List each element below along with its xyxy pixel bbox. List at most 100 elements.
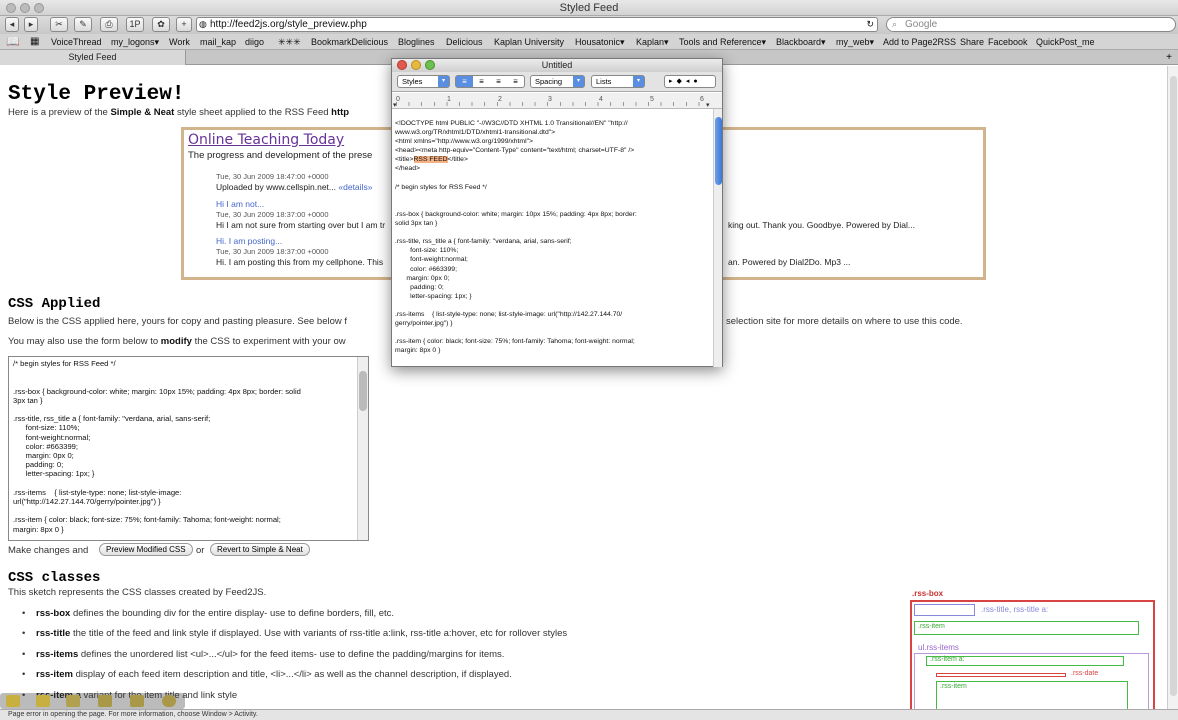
- diagram-items-label: ul.rss-items: [918, 643, 959, 652]
- address-bar[interactable]: ◍ http://feed2js.org/style_preview.php ↻: [196, 17, 878, 32]
- item-title-link[interactable]: Hi. I am posting...: [216, 236, 282, 246]
- align-left-icon[interactable]: ≡: [456, 76, 473, 87]
- chevron-down-icon: ▾: [633, 76, 644, 87]
- back-button[interactable]: ◂: [5, 17, 19, 32]
- folder-icon[interactable]: [36, 695, 50, 707]
- revert-button[interactable]: Revert to Simple & Neat: [210, 543, 310, 556]
- chevron-down-icon: ▾: [438, 76, 449, 87]
- item-title-link[interactable]: Hi I am not...: [216, 199, 264, 209]
- bookmark-item[interactable]: diigo: [245, 34, 264, 50]
- bookmark-item[interactable]: Tools and Reference▾: [679, 34, 766, 50]
- book-icon[interactable]: 📖: [6, 34, 20, 50]
- diagram-title-box: [914, 604, 975, 616]
- bookmark-item[interactable]: QuickPost_me: [1036, 34, 1095, 50]
- bookmark-item[interactable]: Kaplan▾: [636, 34, 669, 50]
- bookmark-item[interactable]: VoiceThread: [51, 34, 102, 50]
- bookmark-item[interactable]: Bloglines: [398, 34, 435, 50]
- align-justify-icon[interactable]: ≡: [490, 76, 507, 87]
- forward-button[interactable]: ▸: [24, 17, 38, 32]
- align-right-icon[interactable]: ≡: [507, 76, 524, 87]
- bookmark-item[interactable]: mail_kap: [200, 34, 236, 50]
- bookmark-item[interactable]: my_web▾: [836, 34, 874, 50]
- search-icon: ⌕: [892, 19, 898, 29]
- textedit-window: Untitled Styles ▾ ≡ ≡ ≡ ≡ Spacing ▾ Lists ▾…: [391, 58, 723, 367]
- modify-text: You may also use the form below to modif…: [8, 336, 346, 347]
- edit-button[interactable]: ✎: [74, 17, 92, 32]
- css-textarea[interactable]: /* begin styles for RSS Feed */ .rss-box…: [8, 356, 369, 541]
- diagram-item-label: .rss-item: [918, 623, 945, 630]
- indent-marker-icon[interactable]: ▾: [393, 101, 397, 109]
- app-icon[interactable]: [98, 695, 112, 707]
- screenshot-button[interactable]: ✂: [50, 17, 68, 32]
- bookmark-item[interactable]: BookmarkDelicious: [311, 34, 388, 50]
- bookmark-item[interactable]: Housatonic▾: [575, 34, 625, 50]
- bookmark-item[interactable]: ✳✳✳: [278, 34, 301, 50]
- diagram-date-label: .rss-date: [1071, 670, 1099, 677]
- editor-title: Untitled: [541, 60, 573, 70]
- bookmark-item[interactable]: Kaplan University: [494, 34, 564, 50]
- add-bookmark-button[interactable]: +: [176, 17, 192, 32]
- grid-icon[interactable]: ▦: [30, 34, 39, 50]
- editor-format-bar: Styles ▾ ≡ ≡ ≡ ≡ Spacing ▾ Lists ▾ ▸◆◂●: [392, 72, 722, 92]
- bookmark-item[interactable]: Blackboard▾: [776, 34, 826, 50]
- preview-modified-css-button[interactable]: Preview Modified CSS: [99, 543, 193, 556]
- align-center-icon[interactable]: ≡: [473, 76, 490, 87]
- reload-icon[interactable]: ↻: [866, 18, 874, 31]
- bookmark-item[interactable]: Delicious: [446, 34, 483, 50]
- item-text: Hi I am not sure from starting over but …: [216, 220, 386, 230]
- bookmark-item[interactable]: my_logons▾: [111, 34, 159, 50]
- app-icon[interactable]: [162, 695, 176, 707]
- list-item: rss-box defines the bounding div for the…: [8, 608, 567, 628]
- textarea-scrollbar[interactable]: [357, 357, 368, 540]
- status-bar: Page error in opening the page. For more…: [0, 709, 1178, 720]
- diagram-item-box: [914, 621, 1139, 635]
- alignment-buttons: ≡ ≡ ≡ ≡: [455, 75, 525, 88]
- editor-titlebar: Untitled: [392, 59, 722, 72]
- item-text: Uploaded by www.cellspin.net... «details…: [216, 182, 373, 192]
- editor-text[interactable]: <!DOCTYPE html PUBLIC "-//W3C//DTD XHTML…: [395, 119, 713, 364]
- editor-scrollbar[interactable]: [713, 109, 722, 367]
- css-applied-text-tail: selection site for more details on where…: [726, 316, 963, 327]
- folder-icon[interactable]: [6, 695, 20, 707]
- diagram-item-a-label: .rss-item a:: [930, 656, 965, 663]
- zoom-window-icon[interactable]: [34, 3, 44, 13]
- spacing-select[interactable]: Spacing ▾: [530, 75, 585, 88]
- diagram-title-label: .rss-title, rss-title a:: [981, 605, 1049, 614]
- bookmark-item[interactable]: Facebook: [988, 34, 1028, 50]
- app-icon[interactable]: [130, 695, 144, 707]
- url-text: http://feed2js.org/style_preview.php: [210, 19, 367, 30]
- lists-select[interactable]: Lists ▾: [591, 75, 645, 88]
- list-item: rss-items defines the unordered list <ul…: [8, 649, 567, 669]
- minimize-icon[interactable]: [411, 60, 421, 70]
- minimize-window-icon[interactable]: [20, 3, 30, 13]
- item-text-tail: an. Powered by Dial2Do. Mp3 ...: [728, 257, 851, 267]
- feed-title-link[interactable]: Online Teaching Today: [188, 132, 344, 148]
- close-icon[interactable]: [397, 60, 407, 70]
- styles-select[interactable]: Styles ▾: [397, 75, 450, 88]
- bookmark-item[interactable]: Work: [169, 34, 190, 50]
- close-window-icon[interactable]: [6, 3, 16, 13]
- details-link[interactable]: «details»: [338, 182, 372, 192]
- or-label: or: [196, 545, 205, 556]
- window-titlebar: Styled Feed: [0, 0, 1178, 16]
- item-date: Tue, 30 Jun 2009 18:37:00 +0000: [216, 210, 329, 219]
- bookmark-tool-button[interactable]: 1P: [126, 17, 144, 32]
- diagram-rss-box-label: .rss-box: [912, 589, 944, 598]
- page-scrollbar[interactable]: [1167, 66, 1178, 709]
- app-icon[interactable]: [66, 695, 80, 707]
- print-button[interactable]: ⎙: [100, 17, 118, 32]
- tab-stop-buttons[interactable]: ▸◆◂●: [664, 75, 716, 88]
- editor-ruler[interactable]: 0 1 2 3 4 5 6 ▾ ▾: [392, 93, 722, 109]
- bookmark-item[interactable]: Share: [960, 34, 984, 50]
- tab-styled-feed[interactable]: Styled Feed: [0, 50, 186, 65]
- diagram-date-box: [936, 673, 1066, 677]
- new-tab-icon[interactable]: +: [1166, 50, 1172, 65]
- right-margin-marker-icon[interactable]: ▾: [706, 101, 710, 109]
- list-item: rss-title the title of the feed and link…: [8, 628, 567, 648]
- zoom-icon[interactable]: [425, 60, 435, 70]
- search-field[interactable]: ⌕ Google: [886, 17, 1176, 32]
- globe-icon: ◍: [199, 19, 207, 29]
- css-applied-heading: CSS Applied: [8, 296, 101, 312]
- evernote-button[interactable]: ✿: [152, 17, 170, 32]
- bookmark-item[interactable]: Add to Page2RSS: [883, 34, 956, 50]
